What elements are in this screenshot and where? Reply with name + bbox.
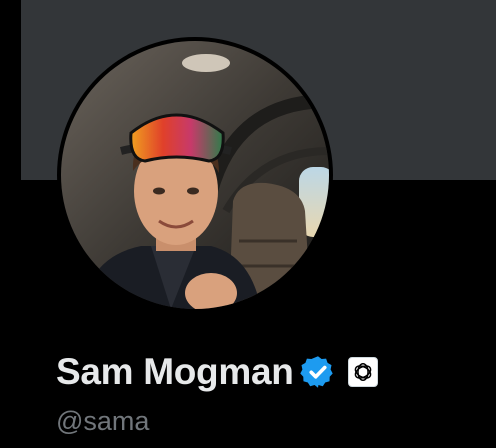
openai-logo-icon[interactable] [347,357,378,387]
profile-avatar[interactable] [57,37,333,313]
user-handle: @sama [56,406,150,436]
left-border [0,0,21,448]
avatar-image [61,41,329,309]
display-name: Sam Mogman [56,351,294,392]
name-row: Sam Mogman [56,350,378,394]
verified-check-icon[interactable] [299,354,336,390]
